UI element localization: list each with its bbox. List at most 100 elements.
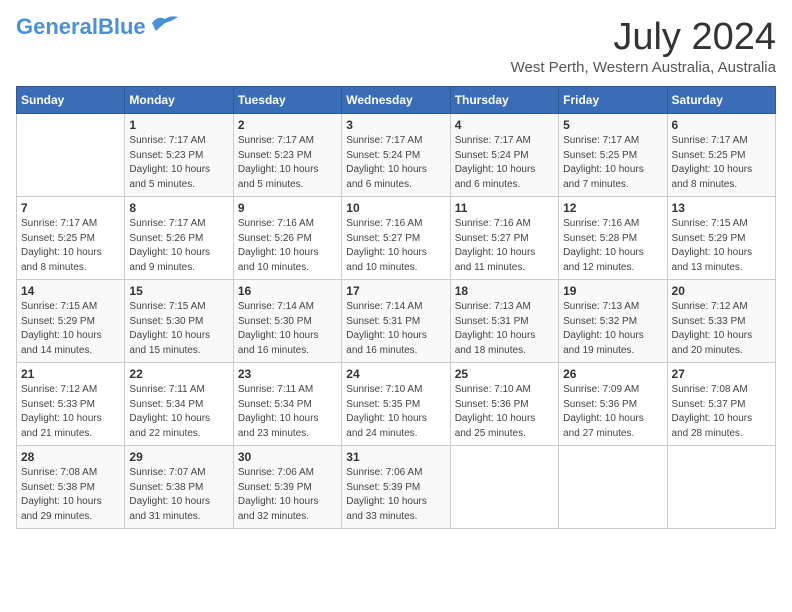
day-info: Sunrise: 7:17 AMSunset: 5:25 PMDaylight:…	[563, 134, 662, 192]
calendar-cell: 25 Sunrise: 7:10 AMSunset: 5:36 PMDayligh…	[450, 363, 558, 446]
day-info: Sunrise: 7:06 AMSunset: 5:39 PMDaylight:…	[238, 466, 337, 524]
week-row-3: 14Sunrise: 7:15 AMSunset: 5:29 PMDayligh…	[17, 280, 776, 363]
calendar-cell: 30 Sunrise: 7:06 AMSunset: 5:39 PMDayligh…	[233, 446, 341, 529]
header-day-friday: Friday	[559, 87, 667, 114]
week-row-5: 28 Sunrise: 7:08 AMSunset: 5:38 PMDayligh…	[17, 446, 776, 529]
calendar-cell: 10 Sunrise: 7:16 AMSunset: 5:27 PMDayligh…	[342, 197, 450, 280]
header-day-wednesday: Wednesday	[342, 87, 450, 114]
day-number: 23	[238, 367, 337, 381]
day-number: 26	[563, 367, 662, 381]
page-header: GeneralBlue July 2024 West Perth, Wester…	[16, 16, 776, 76]
week-row-2: 7 Sunrise: 7:17 AMSunset: 5:25 PMDaylight…	[17, 197, 776, 280]
day-number: 10	[346, 201, 445, 215]
calendar-cell: 18Sunrise: 7:13 AMSunset: 5:31 PMDayligh…	[450, 280, 558, 363]
header-day-thursday: Thursday	[450, 87, 558, 114]
logo-blue: Blue	[98, 14, 146, 39]
day-number: 28	[21, 450, 120, 464]
day-info: Sunrise: 7:17 AMSunset: 5:24 PMDaylight:…	[346, 134, 445, 192]
day-number: 16	[238, 284, 337, 298]
calendar-cell: 9 Sunrise: 7:16 AMSunset: 5:26 PMDaylight…	[233, 197, 341, 280]
day-number: 20	[672, 284, 771, 298]
calendar-cell: 31Sunrise: 7:06 AMSunset: 5:39 PMDayligh…	[342, 446, 450, 529]
logo-general: General	[16, 14, 98, 39]
calendar-cell: 27Sunrise: 7:08 AMSunset: 5:37 PMDayligh…	[667, 363, 775, 446]
day-number: 12	[563, 201, 662, 215]
header-day-sunday: Sunday	[17, 87, 125, 114]
day-number: 6	[672, 118, 771, 132]
day-number: 8	[129, 201, 228, 215]
calendar-cell: 8 Sunrise: 7:17 AMSunset: 5:26 PMDaylight…	[125, 197, 233, 280]
calendar-cell: 1Sunrise: 7:17 AMSunset: 5:23 PMDaylight…	[125, 114, 233, 197]
day-info: Sunrise: 7:16 AMSunset: 5:27 PMDaylight:…	[455, 217, 554, 275]
day-info: Sunrise: 7:15 AMSunset: 5:29 PMDaylight:…	[672, 217, 771, 275]
week-row-4: 21Sunrise: 7:12 AMSunset: 5:33 PMDayligh…	[17, 363, 776, 446]
day-number: 2	[238, 118, 337, 132]
day-info: Sunrise: 7:17 AMSunset: 5:23 PMDaylight:…	[238, 134, 337, 192]
day-number: 4	[455, 118, 554, 132]
day-info: Sunrise: 7:16 AMSunset: 5:27 PMDaylight:…	[346, 217, 445, 275]
week-row-1: 1Sunrise: 7:17 AMSunset: 5:23 PMDaylight…	[17, 114, 776, 197]
day-number: 29	[129, 450, 228, 464]
day-info: Sunrise: 7:14 AMSunset: 5:30 PMDaylight:…	[238, 300, 337, 358]
calendar-cell: 6 Sunrise: 7:17 AMSunset: 5:25 PMDaylight…	[667, 114, 775, 197]
day-number: 3	[346, 118, 445, 132]
calendar-table: SundayMondayTuesdayWednesdayThursdayFrid…	[16, 86, 776, 529]
day-number: 7	[21, 201, 120, 215]
day-info: Sunrise: 7:08 AMSunset: 5:38 PMDaylight:…	[21, 466, 120, 524]
day-number: 31	[346, 450, 445, 464]
calendar-cell: 13Sunrise: 7:15 AMSunset: 5:29 PMDayligh…	[667, 197, 775, 280]
calendar-cell: 19Sunrise: 7:13 AMSunset: 5:32 PMDayligh…	[559, 280, 667, 363]
day-number: 5	[563, 118, 662, 132]
calendar-cell	[667, 446, 775, 529]
day-number: 19	[563, 284, 662, 298]
calendar-cell: 5 Sunrise: 7:17 AMSunset: 5:25 PMDaylight…	[559, 114, 667, 197]
calendar-cell: 26 Sunrise: 7:09 AMSunset: 5:36 PMDayligh…	[559, 363, 667, 446]
day-info: Sunrise: 7:17 AMSunset: 5:23 PMDaylight:…	[129, 134, 228, 192]
header-row: SundayMondayTuesdayWednesdayThursdayFrid…	[17, 87, 776, 114]
day-info: Sunrise: 7:07 AMSunset: 5:38 PMDaylight:…	[129, 466, 228, 524]
logo: GeneralBlue	[16, 16, 180, 38]
calendar-cell: 14Sunrise: 7:15 AMSunset: 5:29 PMDayligh…	[17, 280, 125, 363]
title-area: July 2024 West Perth, Western Australia,…	[511, 16, 776, 76]
header-day-saturday: Saturday	[667, 87, 775, 114]
calendar-cell: 3 Sunrise: 7:17 AMSunset: 5:24 PMDaylight…	[342, 114, 450, 197]
subtitle: West Perth, Western Australia, Australia	[511, 59, 776, 76]
logo-text: GeneralBlue	[16, 16, 146, 38]
calendar-cell	[559, 446, 667, 529]
day-number: 15	[129, 284, 228, 298]
calendar-body: 1Sunrise: 7:17 AMSunset: 5:23 PMDaylight…	[17, 114, 776, 529]
day-info: Sunrise: 7:17 AMSunset: 5:25 PMDaylight:…	[672, 134, 771, 192]
logo-bird-icon	[150, 13, 180, 33]
day-info: Sunrise: 7:17 AMSunset: 5:26 PMDaylight:…	[129, 217, 228, 275]
day-number: 25	[455, 367, 554, 381]
calendar-cell: 28 Sunrise: 7:08 AMSunset: 5:38 PMDayligh…	[17, 446, 125, 529]
day-number: 30	[238, 450, 337, 464]
header-day-monday: Monday	[125, 87, 233, 114]
day-info: Sunrise: 7:08 AMSunset: 5:37 PMDaylight:…	[672, 383, 771, 441]
day-info: Sunrise: 7:11 AMSunset: 5:34 PMDaylight:…	[129, 383, 228, 441]
day-info: Sunrise: 7:16 AMSunset: 5:26 PMDaylight:…	[238, 217, 337, 275]
calendar-cell: 2 Sunrise: 7:17 AMSunset: 5:23 PMDaylight…	[233, 114, 341, 197]
day-number: 14	[21, 284, 120, 298]
calendar-cell: 11Sunrise: 7:16 AMSunset: 5:27 PMDayligh…	[450, 197, 558, 280]
day-number: 17	[346, 284, 445, 298]
day-number: 18	[455, 284, 554, 298]
day-number: 9	[238, 201, 337, 215]
day-number: 24	[346, 367, 445, 381]
day-number: 22	[129, 367, 228, 381]
day-info: Sunrise: 7:10 AMSunset: 5:36 PMDaylight:…	[455, 383, 554, 441]
calendar-cell: 16 Sunrise: 7:14 AMSunset: 5:30 PMDayligh…	[233, 280, 341, 363]
calendar-cell: 22 Sunrise: 7:11 AMSunset: 5:34 PMDayligh…	[125, 363, 233, 446]
day-info: Sunrise: 7:17 AMSunset: 5:25 PMDaylight:…	[21, 217, 120, 275]
calendar-cell	[450, 446, 558, 529]
calendar-cell: 17Sunrise: 7:14 AMSunset: 5:31 PMDayligh…	[342, 280, 450, 363]
calendar-cell	[17, 114, 125, 197]
day-number: 21	[21, 367, 120, 381]
main-title: July 2024	[511, 16, 776, 59]
calendar-cell: 15Sunrise: 7:15 AMSunset: 5:30 PMDayligh…	[125, 280, 233, 363]
day-info: Sunrise: 7:09 AMSunset: 5:36 PMDaylight:…	[563, 383, 662, 441]
calendar-cell: 4Sunrise: 7:17 AMSunset: 5:24 PMDaylight…	[450, 114, 558, 197]
day-info: Sunrise: 7:10 AMSunset: 5:35 PMDaylight:…	[346, 383, 445, 441]
day-info: Sunrise: 7:12 AMSunset: 5:33 PMDaylight:…	[672, 300, 771, 358]
header-day-tuesday: Tuesday	[233, 87, 341, 114]
